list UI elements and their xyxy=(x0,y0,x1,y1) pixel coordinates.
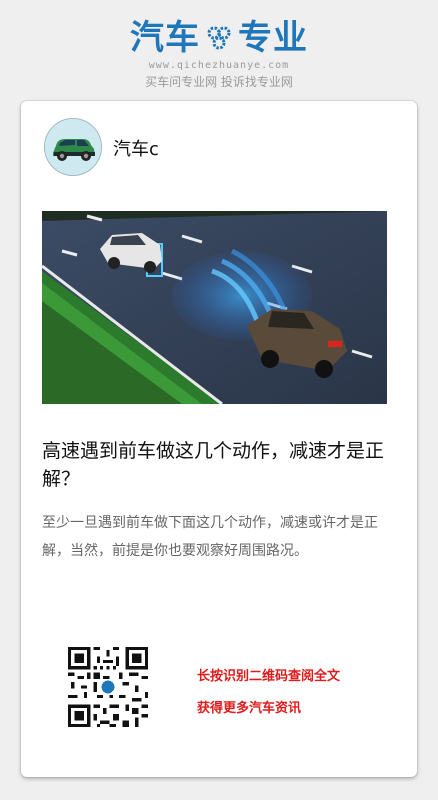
article-summary: 至少一旦遇到前车做下面这几个动作，减速或许才是正解，当然，前提是你也要观察好周围… xyxy=(42,515,378,559)
brand-logo: 汽车 专业 xyxy=(0,18,438,58)
brand-slogan: 买车问专业网 投诉找专业网 xyxy=(145,75,293,89)
qr-code[interactable] xyxy=(68,647,148,727)
brand-url: www.qichezhuanye.com xyxy=(148,60,290,71)
brand-word-left: 汽车 xyxy=(130,18,200,58)
brand-header: 汽车 专业 www.qichezhuanye.com 买车问专业网 投诉找专业网 xyxy=(0,18,438,90)
qr-call-to-action: 长按识别二维码查阅全文 获得更多汽车资讯 xyxy=(197,661,340,725)
brand-word-right: 专业 xyxy=(238,18,308,58)
cta-line-2: 获得更多汽车资讯 xyxy=(197,701,302,716)
gear-icon xyxy=(207,26,231,50)
article-title[interactable]: 高速遇到前车做这几个动作，减速才是正解？ xyxy=(42,437,400,493)
car-avatar-icon xyxy=(45,119,101,175)
cta-line-1: 长按识别二维码查阅全文 xyxy=(197,669,341,684)
author-name: 汽车c xyxy=(113,139,159,160)
article-hero-image xyxy=(42,211,387,404)
avatar xyxy=(44,118,102,176)
share-card: 汽车c 高速遇到前车做这几个动作，减速才是正解？ 至少一旦遇到前车做下面这几个动… xyxy=(21,101,417,777)
